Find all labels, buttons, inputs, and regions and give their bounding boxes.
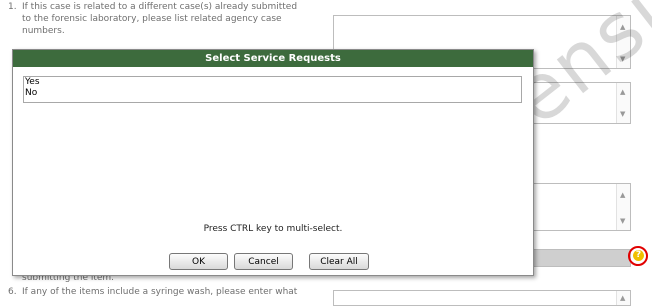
scroll-up-icon[interactable]: ▲ bbox=[620, 88, 625, 96]
answer-textarea-6[interactable]: ▲ bbox=[333, 290, 631, 306]
question-number: 1. bbox=[8, 2, 17, 12]
question-line: numbers. bbox=[22, 26, 65, 36]
scrollbar[interactable]: ▲ bbox=[616, 291, 630, 305]
clear-all-button[interactable]: Clear All bbox=[309, 253, 369, 270]
list-option-yes[interactable]: Yes bbox=[24, 77, 521, 88]
question-mark-icon[interactable]: ? bbox=[633, 250, 644, 261]
question-6: 6. If any of the items include a syringe… bbox=[8, 286, 298, 298]
help-icon[interactable]: ? bbox=[628, 246, 648, 266]
question-number: 6. bbox=[8, 287, 17, 297]
dialog-title: Select Service Requests bbox=[13, 50, 533, 67]
cancel-button[interactable]: Cancel bbox=[234, 253, 293, 270]
scroll-down-icon[interactable]: ▼ bbox=[620, 110, 625, 118]
multi-select-hint: Press CTRL key to multi-select. bbox=[203, 224, 343, 234]
scroll-down-icon[interactable]: ▼ bbox=[620, 217, 625, 225]
select-service-requests-dialog: Select Service Requests Yes No Press CTR… bbox=[12, 49, 534, 276]
list-option-no[interactable]: No bbox=[24, 88, 521, 99]
question-line: If any of the items include a syringe wa… bbox=[22, 287, 298, 297]
options-listbox[interactable]: Yes No bbox=[23, 76, 522, 103]
question-line: to the forensic laboratory, please list … bbox=[22, 14, 282, 24]
scrollbar[interactable]: ▲ ▼ bbox=[616, 184, 630, 230]
scroll-up-icon[interactable]: ▲ bbox=[620, 191, 625, 199]
question-line: If this case is related to a different c… bbox=[22, 2, 298, 12]
question-1: 1. If this case is related to a differen… bbox=[8, 1, 298, 37]
ok-button[interactable]: OK bbox=[169, 253, 228, 270]
